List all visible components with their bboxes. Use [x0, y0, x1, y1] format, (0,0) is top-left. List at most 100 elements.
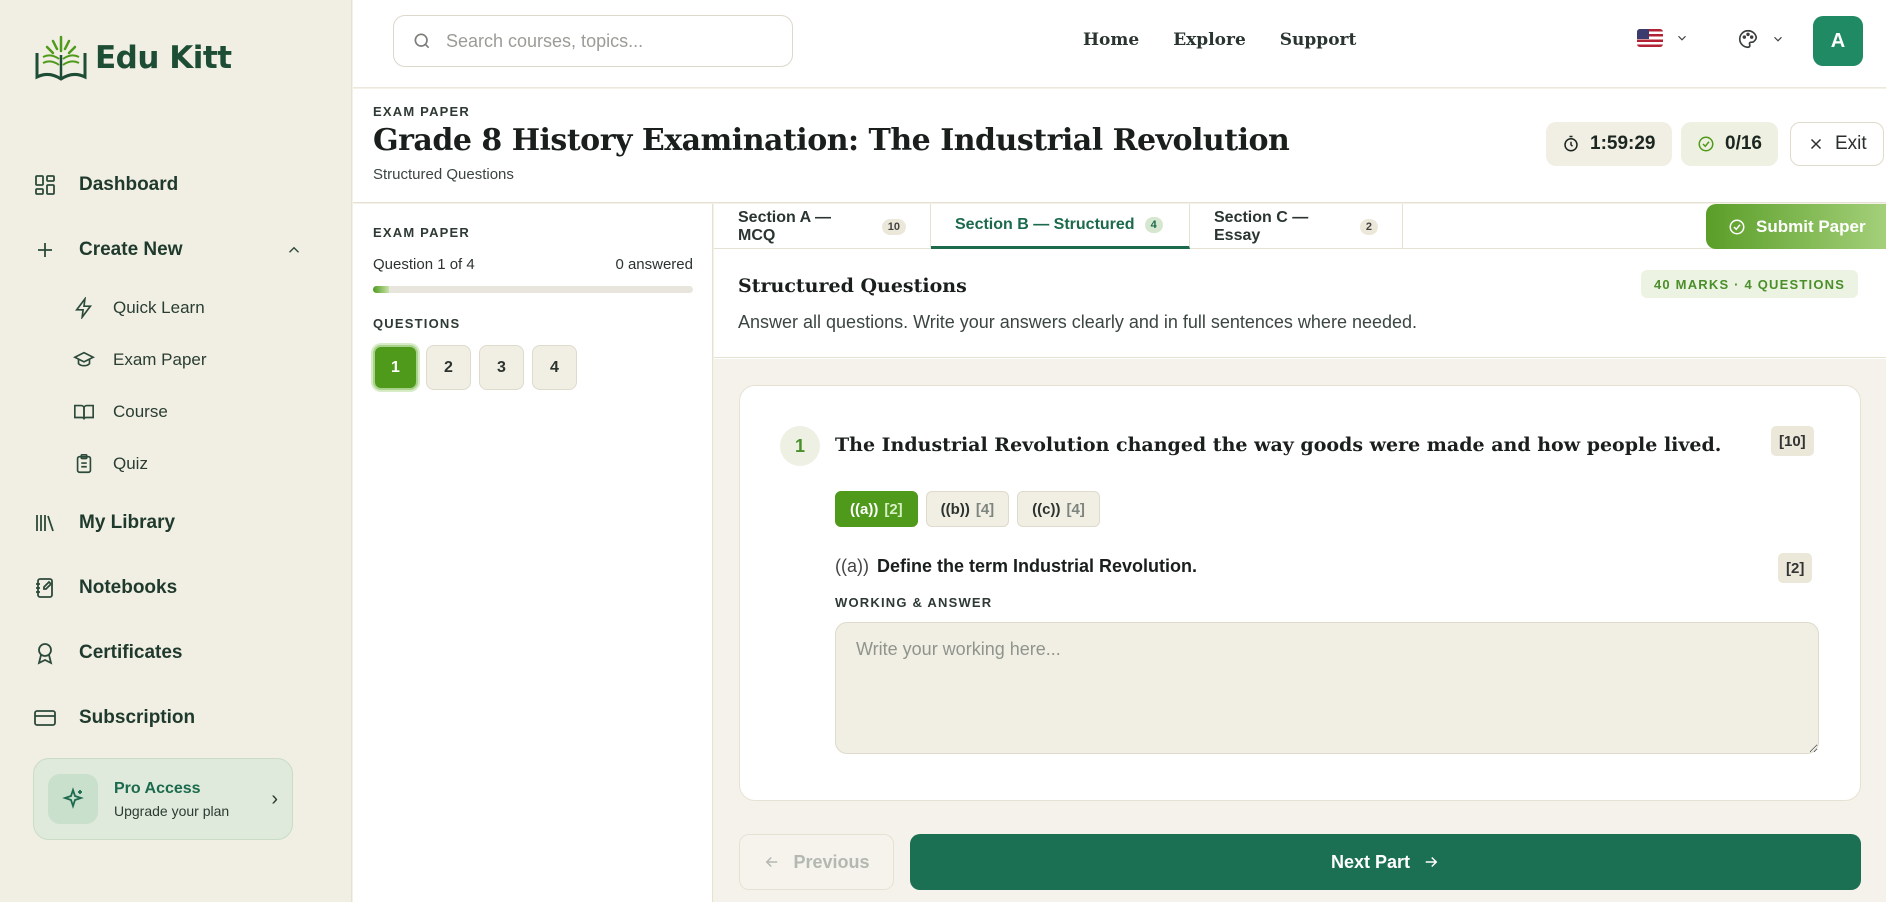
tab-label: Section B — Structured	[955, 216, 1135, 233]
navigator-eyebrow: EXAM PAPER	[373, 225, 470, 240]
next-part-button[interactable]: Next Part	[910, 834, 1861, 890]
sparkle-icon	[48, 774, 98, 824]
tab-section-a[interactable]: Section A — MCQ 10	[714, 204, 931, 249]
search-icon	[414, 33, 430, 49]
tab-count-badge: 2	[1359, 218, 1378, 235]
sidebar-item-dashboard[interactable]: Dashboard	[33, 152, 303, 217]
timer-badge: 1:59:29	[1546, 122, 1672, 166]
question-text: The Industrial Revolution changed the wa…	[835, 434, 1722, 456]
working-label: WORKING & ANSWER	[835, 595, 993, 610]
sidebar-item-label: Certificates	[79, 641, 183, 663]
previous-label: Previous	[793, 851, 870, 872]
previous-button[interactable]: Previous	[739, 834, 894, 890]
progress-bar	[373, 286, 693, 293]
part-marks: [4]	[975, 500, 995, 518]
submit-paper-button[interactable]: Submit Paper	[1706, 204, 1886, 249]
sidebar-item-label: My Library	[79, 511, 176, 533]
tab-section-b[interactable]: Section B — Structured 4	[931, 204, 1190, 249]
brand-logo[interactable]: Edu Kitt	[33, 33, 232, 83]
brand-name: Edu Kitt	[95, 40, 232, 76]
library-icon	[36, 514, 54, 531]
top-bar: Home Explore Support A	[353, 0, 1886, 88]
stopwatch-icon	[1564, 135, 1578, 152]
chevron-up-icon[interactable]	[285, 241, 303, 259]
language-selector[interactable]	[1637, 29, 1689, 47]
answer-textarea[interactable]	[835, 622, 1819, 754]
question-area: 1 The Industrial Revolution changed the …	[714, 359, 1886, 902]
sidebar-nav: Dashboard Create New Quick Learn Exam Pa…	[33, 152, 303, 750]
question-button-4[interactable]: 4	[532, 345, 577, 390]
close-icon	[1810, 138, 1822, 150]
sidebar-subitem-label: Quick Learn	[113, 298, 205, 317]
sidebar: Edu Kitt Dashboard Create New Quick Lear…	[0, 0, 352, 902]
progress-bar-fill	[373, 286, 389, 293]
sidebar-subitem-exam-paper[interactable]: Exam Paper	[33, 334, 303, 386]
part-tab-a[interactable]: ((a)) [2]	[835, 491, 918, 527]
chevron-down-icon	[1678, 35, 1686, 41]
nav-link-support[interactable]: Support	[1280, 30, 1357, 50]
plus-icon	[38, 242, 52, 257]
pro-access-subtitle: Upgrade your plan	[114, 802, 230, 819]
sidebar-subitem-quick-learn[interactable]: Quick Learn	[33, 282, 303, 334]
certificate-icon	[37, 642, 53, 665]
question-button-1[interactable]: 1	[373, 345, 418, 390]
sidebar-subitem-label: Course	[113, 402, 168, 421]
sidebar-item-label: Create New	[79, 238, 183, 260]
bolt-icon	[75, 297, 93, 319]
progress-value: 0/16	[1725, 133, 1762, 154]
theme-selector[interactable]	[1737, 28, 1785, 50]
sidebar-subitem-quiz[interactable]: Quiz	[33, 438, 303, 490]
nav-link-explore[interactable]: Explore	[1173, 30, 1246, 50]
sidebar-item-label: Notebooks	[79, 576, 178, 598]
sidebar-item-certificates[interactable]: Certificates	[33, 620, 303, 685]
tab-label: Section A — MCQ	[738, 208, 832, 244]
navigator-status: Question 1 of 4 0 answered	[373, 256, 693, 273]
avatar[interactable]: A	[1813, 16, 1863, 66]
main-content: Section A — MCQ 10 Section B — Structure…	[714, 204, 1886, 902]
part-marks: [2]	[884, 500, 903, 518]
marks-badge: 40 MARKS · 4 QUESTIONS	[1641, 270, 1859, 298]
exit-button[interactable]: Exit	[1790, 122, 1884, 166]
search-input[interactable]	[446, 30, 766, 52]
nav-link-home[interactable]: Home	[1083, 30, 1139, 50]
exam-header: EXAM PAPER Grade 8 History Examination: …	[353, 89, 1886, 203]
part-label: ((b))	[940, 500, 970, 518]
question-counter: Question 1 of 4	[373, 256, 475, 273]
tab-count-badge: 10	[881, 218, 906, 235]
pro-access-card[interactable]: Pro Access Upgrade your plan ›	[33, 758, 293, 840]
exam-eyebrow: EXAM PAPER	[373, 104, 470, 119]
question-button-3[interactable]: 3	[479, 345, 524, 390]
question-number-badge: 1	[780, 426, 820, 466]
question-button-2[interactable]: 2	[426, 345, 471, 390]
part-tab-b[interactable]: ((b)) [4]	[925, 491, 1010, 527]
graduation-cap-icon	[73, 351, 95, 367]
tab-section-c[interactable]: Section C — Essay 2	[1190, 204, 1403, 249]
sidebar-item-notebooks[interactable]: Notebooks	[33, 555, 303, 620]
part-marks-badge: [2]	[1778, 553, 1813, 583]
palette-icon	[1739, 29, 1758, 49]
pro-access-title: Pro Access	[114, 779, 201, 797]
search-box[interactable]	[393, 15, 793, 67]
arrow-left-icon	[766, 856, 778, 868]
next-label: Next Part	[1330, 851, 1411, 872]
answered-progress-badge: 0/16	[1681, 122, 1778, 166]
tab-count-badge: 4	[1144, 217, 1163, 233]
question-navigator: EXAM PAPER Question 1 of 4 0 answered QU…	[353, 204, 713, 902]
timer-value: 1:59:29	[1590, 133, 1656, 154]
sidebar-subitem-label: Exam Paper	[113, 350, 207, 369]
part-tab-c[interactable]: ((c)) [4]	[1017, 491, 1100, 527]
check-circle-icon	[1729, 219, 1745, 234]
part-prompt: ((a)) Define the term Industrial Revoluti…	[835, 556, 1197, 577]
sidebar-item-subscription[interactable]: Subscription	[33, 685, 303, 750]
sidebar-item-my-library[interactable]: My Library	[33, 490, 303, 555]
part-prompt-label: ((a))	[835, 556, 869, 576]
question-marks-badge: [10]	[1771, 426, 1814, 456]
notebook-icon	[36, 577, 53, 598]
question-card: 1 The Industrial Revolution changed the …	[739, 385, 1861, 801]
part-marks: [4]	[1066, 500, 1085, 518]
sidebar-item-create-new[interactable]: Create New	[33, 217, 303, 282]
tab-label: Section C — Essay	[1214, 208, 1309, 244]
sidebar-subitem-course[interactable]: Course	[33, 386, 303, 438]
question-parts: ((a)) [2] ((b)) [4] ((c)) [4]	[835, 491, 1100, 527]
part-label: ((a))	[850, 500, 879, 518]
